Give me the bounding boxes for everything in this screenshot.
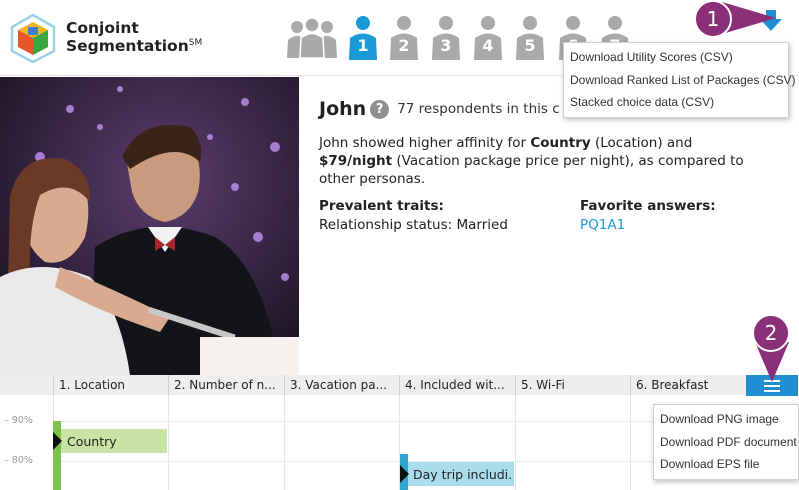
y-axis-value: 80% <box>11 455 33 466</box>
description-highlight: $79/night <box>319 153 393 169</box>
persona-photo <box>0 77 299 375</box>
menu-item-download-pdf[interactable]: Download PDF document <box>654 431 798 454</box>
export-menu: Download PNG image Download PDF document… <box>653 404 799 480</box>
bar-label-country: Country <box>67 434 117 449</box>
persona-tab-label: 3 <box>440 36 452 55</box>
respondent-count: 77 respondents in this c <box>397 101 560 117</box>
group-people-icon[interactable] <box>287 18 337 58</box>
column-divider <box>284 395 285 490</box>
persona-tab-label: 4 <box>482 36 494 55</box>
persona-tab-4[interactable]: 4 <box>472 16 504 62</box>
callout-2: 2 <box>752 314 796 382</box>
column-header-spacer <box>0 375 53 395</box>
column-header-breakfast[interactable]: 6. Breakfast <box>630 375 746 395</box>
description-text: John showed higher affinity for <box>319 135 531 151</box>
callout-number: 2 <box>752 314 790 352</box>
download-menu: Download Utility Scores (CSV) Download R… <box>563 42 795 118</box>
persona-tab-5[interactable]: 5 <box>514 16 546 62</box>
conjoint-logo-icon <box>10 13 56 63</box>
persona-tab-2[interactable]: 2 <box>388 16 420 62</box>
y-axis-label: – 80% <box>4 455 33 466</box>
service-mark: SM <box>188 38 203 48</box>
menu-item-stacked-choice-data[interactable]: Stacked choice data (CSV) <box>564 91 788 114</box>
menu-item-download-ranked-packages[interactable]: Download Ranked List of Packages (CSV) <box>564 69 795 92</box>
favorite-answers-heading: Favorite answers: <box>580 198 716 214</box>
persona-description: John showed higher affinity for Country … <box>319 134 749 188</box>
column-divider <box>168 395 169 490</box>
help-icon[interactable]: ? <box>370 99 390 119</box>
column-header-location[interactable]: 1. Location <box>53 375 168 395</box>
persona-tab-label: 1 <box>357 36 369 55</box>
persona-tab-label: 5 <box>524 36 536 55</box>
callout-1: 1 <box>694 0 776 44</box>
persona-tab-1[interactable]: 1 <box>347 16 379 62</box>
marker-triangle-icon <box>400 465 409 483</box>
menu-item-download-utility-scores[interactable]: Download Utility Scores (CSV) <box>564 46 788 69</box>
description-highlight: Country <box>530 135 591 151</box>
menu-item-download-eps[interactable]: Download EPS file <box>654 453 798 476</box>
column-header-number[interactable]: 2. Number of n... <box>168 375 284 395</box>
menu-item-download-png[interactable]: Download PNG image <box>654 408 798 431</box>
traits-value: Relationship status: Married <box>319 217 508 233</box>
brand-title: Conjoint SegmentationSM <box>66 19 202 55</box>
column-header-included[interactable]: 4. Included wit... <box>399 375 515 395</box>
persona-tab-label: 2 <box>398 36 410 55</box>
column-header-wifi[interactable]: 5. Wi-Fi <box>515 375 630 395</box>
y-axis-label: – 90% <box>4 415 33 426</box>
persona-tab-3[interactable]: 3 <box>430 16 462 62</box>
column-header-vacation[interactable]: 3. Vacation pa... <box>284 375 399 395</box>
column-divider <box>630 395 631 490</box>
wedding-couple-photo <box>0 77 299 375</box>
brand-line-2: Segmentation <box>66 37 189 55</box>
persona-name: John <box>319 98 367 120</box>
callout-number: 1 <box>694 0 732 38</box>
traits-heading: Prevalent traits: <box>319 198 444 214</box>
y-axis-value: 90% <box>11 415 33 426</box>
column-divider <box>515 395 516 490</box>
bar-label-day-trip: Day trip includi... <box>413 467 513 482</box>
favorite-answer-link[interactable]: PQ1A1 <box>580 217 625 233</box>
brand-line-1: Conjoint <box>66 19 139 37</box>
description-text: (Location) and <box>590 135 693 151</box>
marker-triangle-icon <box>53 432 62 450</box>
